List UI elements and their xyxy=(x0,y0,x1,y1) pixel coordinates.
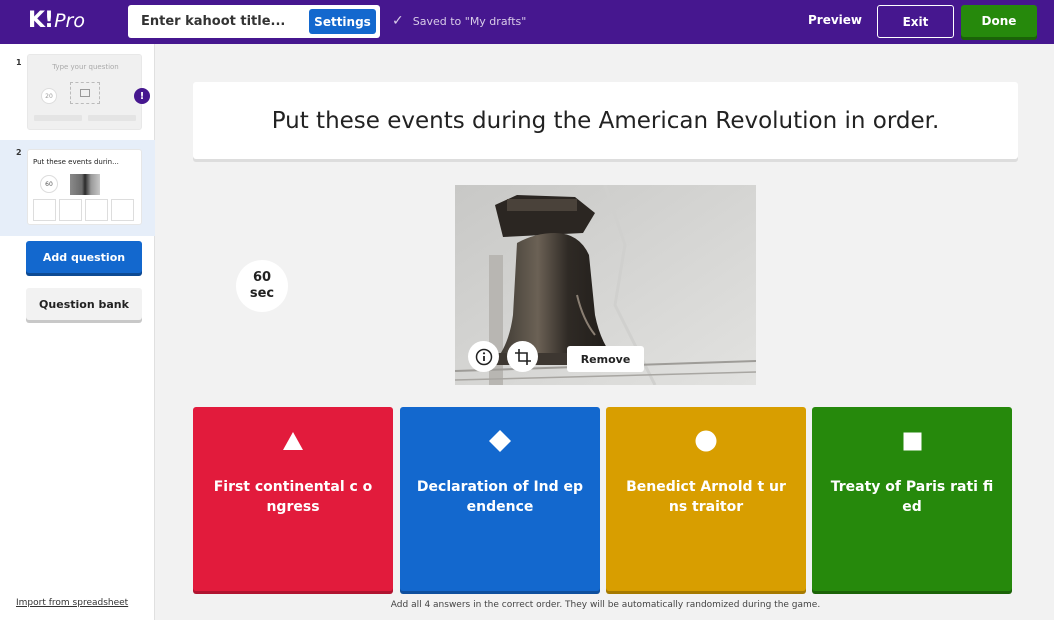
image-info-button[interactable] xyxy=(468,341,499,372)
crop-image-button[interactable] xyxy=(507,341,538,372)
slide-item-1[interactable]: 1 Type your question 20 ! xyxy=(0,50,155,140)
slide-number: 1 xyxy=(16,58,22,67)
slide-preview-text: Type your question xyxy=(52,63,119,71)
import-spreadsheet-link[interactable]: Import from spreadsheet xyxy=(16,598,128,608)
top-bar: K! Pro Settings ✓ Saved to "My drafts" P… xyxy=(0,0,1054,44)
slide-item-2[interactable]: 2 Put these events durin... 60 xyxy=(0,140,155,236)
question-sidebar: 1 Type your question 20 ! 2 Put these ev… xyxy=(0,44,155,620)
checkmark-icon: ✓ xyxy=(392,13,404,29)
slide-preview-text: Put these events durin... xyxy=(33,158,119,166)
save-status: ✓ Saved to "My drafts" xyxy=(392,12,526,30)
image-placeholder-icon xyxy=(70,82,100,104)
answer-text[interactable]: Treaty of Paris rati fied xyxy=(812,477,1012,517)
answer-text[interactable]: First continental c ongress xyxy=(193,477,393,517)
save-status-text: Saved to "My drafts" xyxy=(412,14,527,28)
answer-placeholder xyxy=(34,115,82,121)
answer-placeholder xyxy=(88,115,136,121)
answer-order-hint: Add all 4 answers in the correct order. … xyxy=(390,600,821,610)
answer-slot xyxy=(59,199,82,221)
time-limit-value: 60 xyxy=(252,270,272,285)
square-icon xyxy=(812,429,1012,453)
logo-mark: K! xyxy=(28,8,54,33)
answer-card-1[interactable]: First continental c ongress xyxy=(193,407,393,591)
slide-timer: 20 xyxy=(41,88,57,104)
time-limit-badge[interactable]: 60 sec xyxy=(236,260,288,312)
triangle-icon xyxy=(193,429,393,453)
answer-card-3[interactable]: Benedict Arnold t urns traitor xyxy=(606,407,806,591)
answer-card-2[interactable]: Declaration of Ind ependence xyxy=(400,407,600,591)
crop-icon xyxy=(514,348,531,365)
answer-card-4[interactable]: Treaty of Paris rati fied xyxy=(812,407,1012,591)
done-button[interactable]: Done xyxy=(961,5,1037,37)
slide-timer: 60 xyxy=(40,175,58,193)
settings-button[interactable]: Settings xyxy=(309,9,376,34)
slide-number: 2 xyxy=(16,148,22,157)
circle-icon xyxy=(606,429,806,453)
exit-button[interactable]: Exit xyxy=(877,5,954,38)
question-bank-button[interactable]: Question bank xyxy=(26,288,142,320)
warning-icon[interactable]: ! xyxy=(134,88,150,104)
preview-button[interactable]: Preview xyxy=(808,13,862,27)
title-field-wrapper: Settings xyxy=(128,5,380,38)
slide-thumbnail[interactable]: Put these events durin... 60 xyxy=(27,149,142,225)
question-title[interactable]: Put these events during the American Rev… xyxy=(193,82,1018,159)
info-icon xyxy=(475,348,492,365)
kahoot-pro-logo[interactable]: K! Pro xyxy=(28,8,85,36)
answer-slot xyxy=(111,199,134,221)
answer-text[interactable]: Benedict Arnold t urns traitor xyxy=(606,477,806,517)
add-question-button[interactable]: Add question xyxy=(26,241,142,273)
diamond-icon xyxy=(400,429,600,453)
time-limit-unit: sec xyxy=(249,286,275,301)
logo-suffix: Pro xyxy=(54,10,85,32)
slide-thumbnail[interactable]: Type your question 20 xyxy=(27,54,142,130)
kahoot-title-input[interactable] xyxy=(128,5,306,38)
liberty-bell-thumbnail xyxy=(70,174,100,195)
answer-slot xyxy=(85,199,108,221)
answer-text[interactable]: Declaration of Ind ependence xyxy=(400,477,600,517)
remove-image-button[interactable]: Remove xyxy=(567,346,644,372)
answer-slot xyxy=(33,199,56,221)
